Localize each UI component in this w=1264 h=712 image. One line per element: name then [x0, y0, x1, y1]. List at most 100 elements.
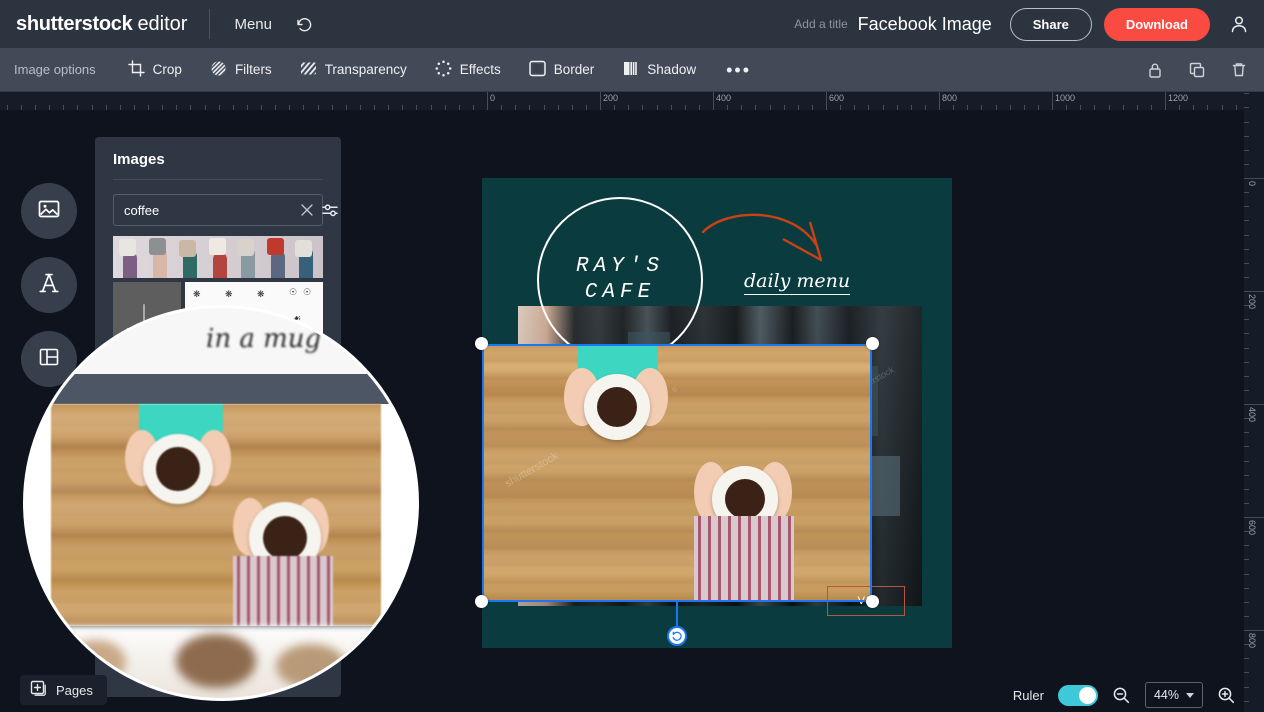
- ruler-tick: [232, 105, 234, 110]
- ruler-tick: [1244, 121, 1249, 123]
- share-button[interactable]: Share: [1009, 7, 1092, 41]
- ruler-tick: [133, 105, 135, 110]
- rotate-handle-icon[interactable]: [667, 626, 687, 646]
- transparency-label: Transparency: [324, 62, 407, 77]
- ruler-tick: [1244, 163, 1249, 165]
- ruler-tick: [543, 105, 545, 110]
- ruler-tick: [1150, 105, 1152, 110]
- ruler-tick: [1244, 630, 1264, 631]
- ruler-tick: [1244, 700, 1249, 702]
- artboard[interactable]: shutterstock shutterstock shutterstock R…: [475, 178, 952, 648]
- delete-icon[interactable]: [1230, 61, 1248, 79]
- ruler-tick: [1244, 375, 1249, 377]
- header-right-group: Add a title Facebook Image Share Downloa…: [794, 7, 1264, 41]
- ruler-tick: [105, 105, 107, 110]
- duplicate-icon[interactable]: [1188, 61, 1206, 79]
- menu-button[interactable]: Menu: [234, 16, 272, 33]
- knit-sleeve: [694, 516, 794, 602]
- shadow-icon: [622, 60, 639, 80]
- sidebar-item-images[interactable]: [21, 183, 77, 239]
- ruler-tick: [1193, 105, 1195, 110]
- ruler-tick: [1244, 404, 1264, 405]
- ruler-tick: [1244, 601, 1249, 603]
- ruler-tick: [1221, 105, 1223, 110]
- ruler-tick: [1009, 105, 1011, 110]
- ruler-tick-label: 200: [1247, 294, 1257, 310]
- hands-holding-cups-thumbnail[interactable]: [113, 236, 323, 278]
- ruler-tick: [1244, 587, 1249, 589]
- ruler-tick: [585, 105, 587, 110]
- watermark: s: [669, 383, 679, 395]
- ruler-tick: [388, 105, 390, 110]
- image-search-box[interactable]: [113, 194, 338, 226]
- lock-icon[interactable]: [1146, 61, 1164, 79]
- resize-handle-bottom-left[interactable]: [475, 595, 488, 608]
- filters-icon: [210, 60, 227, 80]
- horizontal-ruler: 0 200 400 600 800 1000 1200: [0, 92, 1244, 110]
- user-account-icon[interactable]: [1228, 13, 1250, 35]
- search-input[interactable]: [124, 202, 300, 218]
- image-icon: [37, 197, 61, 226]
- selected-image-element[interactable]: shutterstock s: [482, 344, 872, 602]
- transparency-button[interactable]: Transparency: [286, 48, 421, 92]
- ruler-tick: [642, 105, 644, 110]
- ruler-tick: [444, 105, 446, 110]
- ruler-tick: [1244, 644, 1249, 646]
- emblem-line-2: CAFE: [584, 281, 656, 304]
- ruler-tick: [1244, 276, 1249, 278]
- zoom-level-dropdown[interactable]: 44%: [1144, 682, 1203, 708]
- sidebar-item-text[interactable]: [21, 257, 77, 313]
- ruler-tick: [1244, 488, 1249, 490]
- ruler-tick: [953, 105, 955, 110]
- resize-handle-bottom-right[interactable]: [866, 595, 879, 608]
- ruler-tick: [289, 105, 291, 110]
- ruler-tick: [1244, 149, 1249, 151]
- ruler-tick: [1244, 658, 1249, 660]
- shadow-button[interactable]: Shadow: [608, 48, 710, 92]
- toolbar-overflow-button[interactable]: •••: [710, 61, 767, 79]
- ruler-tick: [1179, 105, 1181, 110]
- ruler-toggle[interactable]: [1057, 684, 1098, 706]
- cafe-emblem[interactable]: RAY'S CAFE: [537, 197, 703, 363]
- ruler-tick: [727, 105, 729, 110]
- ruler-label: Ruler: [1012, 687, 1044, 703]
- resize-handle-top-right[interactable]: [866, 337, 879, 350]
- ruler-tick: [1244, 135, 1249, 137]
- rotate-connector: [676, 602, 678, 628]
- clear-x-icon[interactable]: [300, 203, 314, 217]
- effects-button[interactable]: Effects: [421, 48, 515, 92]
- logo-product-text: editor: [137, 12, 188, 35]
- ruler-tick: [331, 105, 333, 110]
- ruler-tick: [840, 105, 842, 110]
- daily-menu-text[interactable]: daily menu: [744, 270, 851, 295]
- border-button[interactable]: Border: [515, 48, 609, 92]
- download-button[interactable]: Download: [1103, 7, 1210, 41]
- resize-handle-top-left[interactable]: [475, 337, 488, 350]
- ruler-tick: [317, 105, 319, 110]
- ruler-tick: [1108, 105, 1110, 110]
- ruler-tick: [1235, 105, 1237, 110]
- ruler-tick: [1244, 686, 1249, 688]
- ruler-tick: [1244, 192, 1249, 194]
- zoom-in-icon[interactable]: [1217, 686, 1236, 705]
- ruler-tick: [896, 105, 898, 110]
- ruler-tick-label: 400: [716, 93, 732, 103]
- ruler-tick: [910, 105, 912, 110]
- ruler-tick: [148, 105, 149, 110]
- crop-button[interactable]: Crop: [114, 48, 196, 92]
- shutterstock-editor-logo[interactable]: shutterstock editor: [0, 13, 187, 36]
- ruler-tick: [698, 105, 700, 110]
- filter-sliders-icon[interactable]: [322, 203, 339, 218]
- ruler-tick: [218, 105, 220, 110]
- ruler-tick: [882, 105, 884, 110]
- ruler-tick: [119, 105, 121, 110]
- filters-button[interactable]: Filters: [196, 48, 286, 92]
- zoom-level-value: 44%: [1153, 688, 1179, 702]
- document-title[interactable]: Facebook Image: [858, 14, 992, 35]
- pages-button[interactable]: Pages: [20, 675, 107, 705]
- ruler-tick: [783, 105, 785, 110]
- bottom-right-controls: Ruler 44%: [1013, 682, 1236, 708]
- zoom-out-icon[interactable]: [1112, 686, 1131, 705]
- undo-icon[interactable]: [294, 14, 314, 34]
- ruler-tick: [1244, 361, 1249, 363]
